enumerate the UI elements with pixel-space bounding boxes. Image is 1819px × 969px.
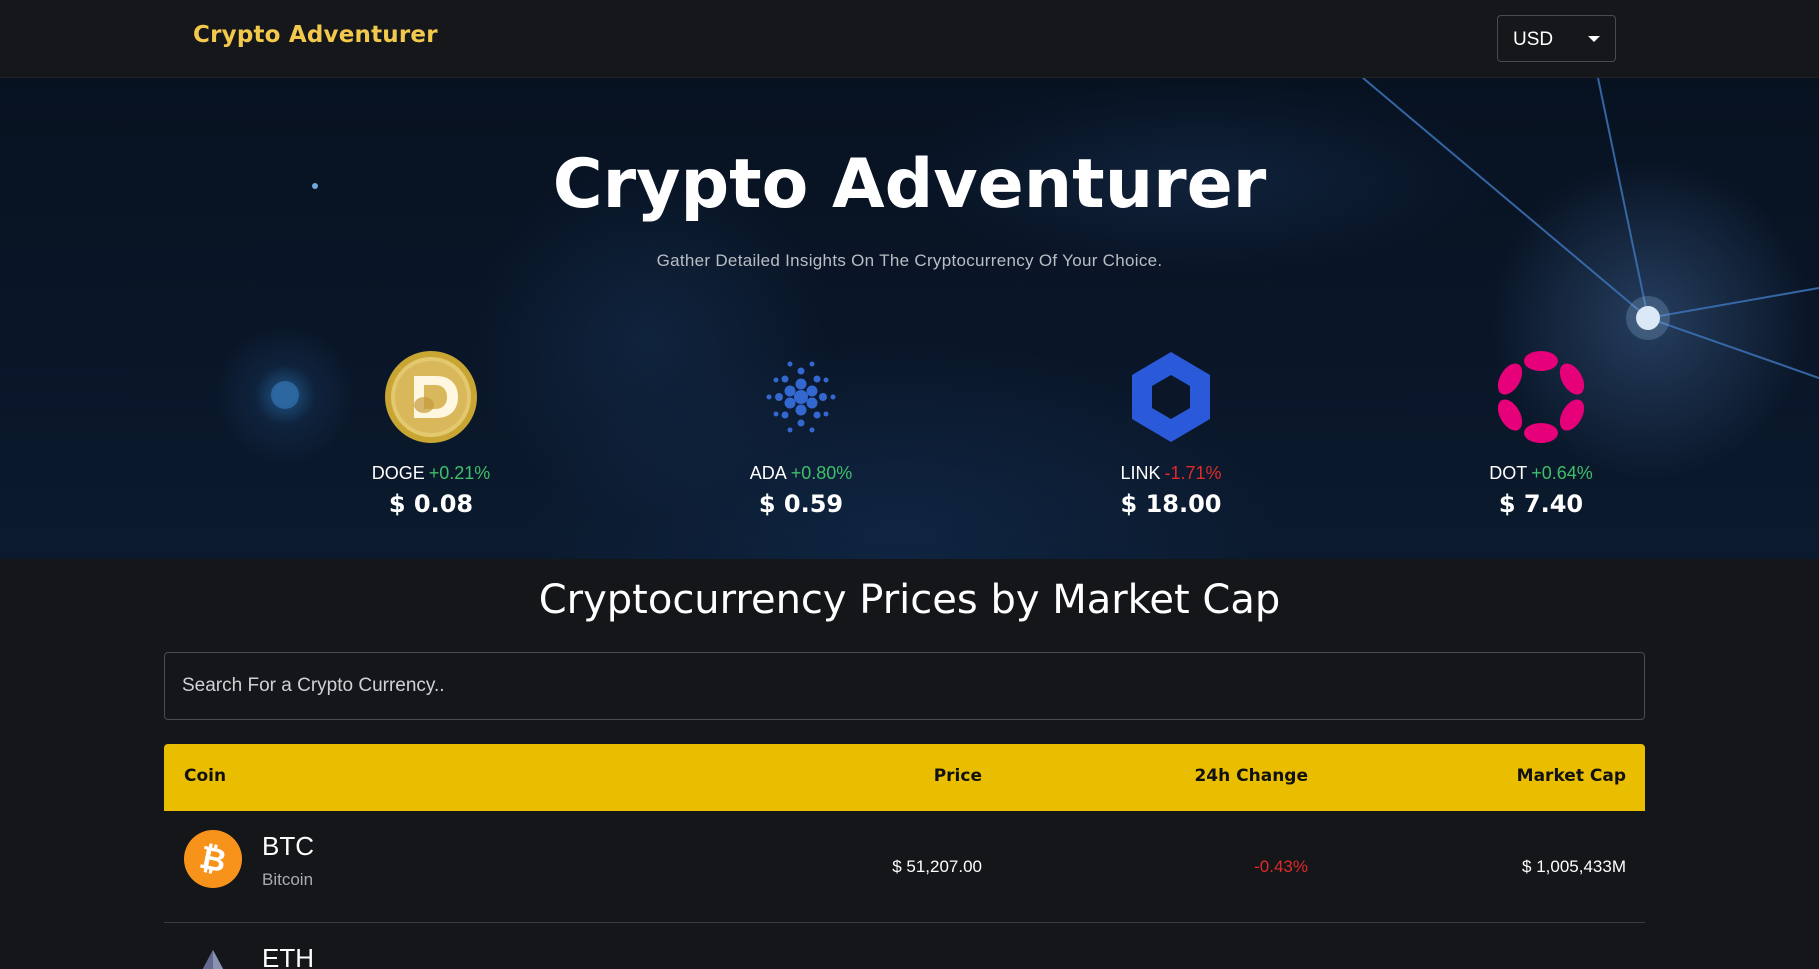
column-header-market-cap[interactable]: Market Cap (1517, 766, 1626, 786)
coin-symbol-change: DOT +0.64% (1431, 463, 1651, 484)
column-header-price[interactable]: Price (934, 766, 982, 786)
caret-down-icon (1588, 36, 1600, 42)
coin-symbol: LINK (1120, 463, 1161, 483)
currency-select[interactable]: USD (1497, 15, 1616, 62)
currency-select-value: USD (1513, 29, 1554, 50)
coin-symbol: BTC (262, 831, 314, 861)
coin-symbol-change: LINK -1.71% (1061, 463, 1281, 484)
coin-symbol: ETH (262, 943, 314, 969)
coins-table: Coin Price 24h Change Market Cap ₿ BTC B… (164, 744, 1645, 969)
coin-change: +0.64% (1531, 463, 1593, 483)
coin-price: $ 51,207.00 (892, 857, 982, 876)
coin-symbol: DOT (1489, 463, 1528, 483)
top-navbar: Crypto Adventurer USD (0, 0, 1819, 78)
bitcoin-logo-icon: ₿ (184, 830, 242, 888)
coin-symbol: ADA (749, 463, 787, 483)
coin-price: $ 18.00 (1120, 490, 1222, 518)
coin-symbol-change: ADA +0.80% (691, 463, 911, 484)
coin-change: +0.80% (790, 463, 853, 483)
doge-logo-icon (385, 351, 477, 443)
coin-price: $ 0.59 (758, 490, 844, 518)
chainlink-logo-icon (1132, 352, 1210, 442)
column-header-change[interactable]: 24h Change (1194, 766, 1308, 786)
ethereum-logo-icon (202, 950, 224, 969)
polkadot-logo-icon (1497, 351, 1585, 443)
table-header: Coin Price 24h Change Market Cap (164, 744, 1645, 811)
search-input[interactable] (164, 652, 1645, 720)
hero-title: Crypto Adventurer (552, 145, 1267, 224)
trending-coin-dot[interactable]: DOT +0.64% $ 7.40 (1431, 350, 1651, 520)
coin-price: $ 0.08 (388, 490, 474, 518)
hero-banner: Crypto Adventurer Gather Detailed Insigh… (0, 78, 1819, 559)
coin-change: -1.71% (1164, 463, 1222, 483)
trending-coin-doge[interactable]: DOGE +0.21% $ 0.08 (321, 350, 541, 520)
coin-symbol: DOGE (371, 463, 425, 483)
trending-coin-link[interactable]: LINK -1.71% $ 18.00 (1061, 350, 1281, 520)
coin-market-cap: $ 1,005,433M (1522, 857, 1626, 876)
market-section-title: Cryptocurrency Prices by Market Cap (538, 577, 1281, 623)
brand-logo-text[interactable]: Crypto Adventurer (193, 22, 438, 48)
column-header-coin[interactable]: Coin (184, 766, 226, 786)
table-row[interactable]: ₿ BTC Bitcoin $ 51,207.00 -0.43% $ 1,005… (164, 811, 1645, 923)
cardano-logo-icon (766, 361, 836, 433)
coin-name: Bitcoin (262, 870, 314, 889)
hero-subtitle: Gather Detailed Insights On The Cryptocu… (656, 251, 1163, 270)
trending-coin-ada[interactable]: ADA +0.80% $ 0.59 (691, 350, 911, 520)
coin-change: -0.43% (1254, 857, 1308, 876)
coin-change: +0.21% (428, 463, 491, 483)
coin-symbol-change: DOGE +0.21% (321, 463, 541, 484)
table-row[interactable]: ETH (164, 923, 1645, 969)
coin-price: $ 7.40 (1498, 490, 1584, 518)
